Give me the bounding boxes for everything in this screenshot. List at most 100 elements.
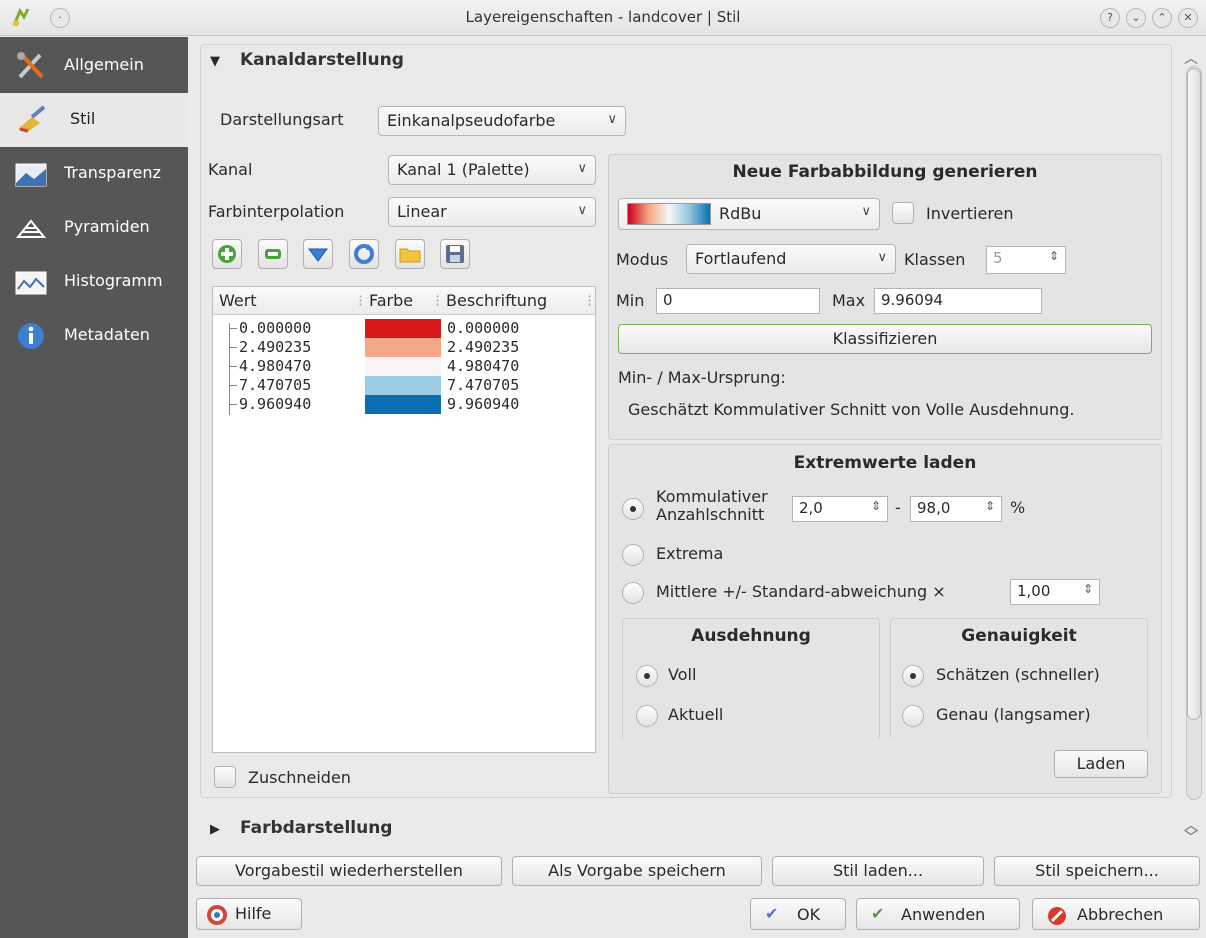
row-color-swatch[interactable] [365, 338, 441, 357]
maximize-button[interactable]: ⌃ [1152, 8, 1172, 28]
collapse-triangle-icon[interactable]: ▼ [210, 54, 220, 69]
table-row[interactable]: 2.490235 2.490235 [213, 338, 595, 357]
row-value[interactable]: 7.470705 [239, 376, 311, 395]
sidebar-item-label: Pyramiden [64, 217, 150, 236]
sidebar-item-histogramm[interactable]: Histogramm [0, 255, 188, 309]
invert-checkbox[interactable] [892, 202, 914, 224]
sidebar-item-stil[interactable]: Stil [0, 93, 188, 147]
color-table[interactable]: Wert ⁝ Farbe ⁝ Beschriftung ⁝ 0.000000 0.… [212, 286, 596, 753]
invert-label: Invertieren [926, 204, 1014, 223]
color-rendering-header[interactable]: Farbdarstellung [240, 818, 392, 838]
clip-checkbox[interactable] [214, 766, 236, 788]
row-value[interactable]: 4.980470 [239, 357, 311, 376]
table-row[interactable]: 4.980470 4.980470 [213, 357, 595, 376]
help-window-button[interactable]: ? [1100, 8, 1120, 28]
column-header-label[interactable]: Beschriftung [446, 291, 547, 310]
sidebar-item-transparenz[interactable]: Transparenz [0, 147, 188, 201]
mode-combo[interactable]: Fortlaufend ∨ [686, 244, 896, 274]
mode-label: Modus [616, 250, 669, 269]
cumulative-low-value: 2,0 [799, 499, 823, 517]
row-label[interactable]: 0.000000 [447, 319, 519, 338]
stddev-radio[interactable] [622, 582, 644, 604]
spin-arrows-icon: ⇕ [1082, 582, 1093, 596]
expand-triangle-icon[interactable]: ▶ [210, 822, 220, 837]
load-style-button[interactable]: Stil laden... [772, 856, 984, 886]
cumulative-cut-radio[interactable] [622, 498, 644, 520]
restore-default-label: Vorgabestil wiederherstellen [235, 861, 463, 880]
spin-arrows-icon: ⇕ [1048, 249, 1059, 263]
min-value: 0 [663, 291, 673, 309]
sidebar-item-metadaten[interactable]: Metadaten [0, 309, 188, 363]
classify-button[interactable]: Klassifizieren [618, 324, 1152, 354]
scroll-up-arrow[interactable]: ︿ [1184, 48, 1198, 68]
sidebar-item-allgemein[interactable]: Allgemein [0, 39, 188, 93]
column-header-color[interactable]: Farbe [369, 291, 413, 310]
ok-button[interactable]: ✔ OK [750, 898, 846, 930]
row-label[interactable]: 2.490235 [447, 338, 519, 357]
band-value: Kanal 1 (Palette) [397, 160, 530, 179]
cancel-button[interactable]: Abbrechen [1032, 898, 1200, 930]
save-colormap-button[interactable] [440, 239, 470, 269]
color-ramp-value: RdBu [719, 204, 762, 223]
range-dash: - [895, 498, 901, 517]
interpolation-combo[interactable]: Linear ∨ [388, 197, 596, 227]
restore-default-style-button[interactable]: Vorgabestil wiederherstellen [196, 856, 502, 886]
render-type-combo[interactable]: Einkanalpseudofarbe ∨ [378, 106, 626, 136]
max-input[interactable]: 9.96094 [874, 288, 1042, 314]
stddev-spinbox[interactable]: 1,00 ⇕ [1010, 579, 1100, 605]
column-header-value[interactable]: Wert [219, 291, 257, 310]
close-button[interactable]: ✕ [1178, 8, 1198, 28]
save-icon [446, 245, 464, 263]
checkmark-icon: ✔ [765, 904, 779, 923]
table-row[interactable]: 9.960940 9.960940 [213, 395, 595, 414]
add-entry-button[interactable] [212, 239, 242, 269]
scrollbar-handle[interactable] [1187, 68, 1201, 720]
pyramid-icon [14, 213, 48, 243]
band-rendering-header[interactable]: Kanaldarstellung [240, 50, 404, 70]
row-color-swatch[interactable] [365, 319, 441, 338]
help-label: Hilfe [235, 904, 272, 923]
classes-spinbox[interactable]: 5 ⇕ [986, 246, 1066, 274]
minimize-button[interactable]: ⌄ [1126, 8, 1146, 28]
sort-entries-button[interactable] [303, 239, 333, 269]
band-label: Kanal [208, 160, 253, 179]
chevron-down-icon: ∨ [577, 161, 587, 176]
save-as-default-button[interactable]: Als Vorgabe speichern [512, 856, 762, 886]
load-colormap-button[interactable] [395, 239, 425, 269]
accuracy-estimate-radio[interactable] [902, 665, 924, 687]
scroll-down-arrow[interactable]: ︿ ﹀ [1184, 819, 1198, 845]
help-button[interactable]: Hilfe [196, 898, 302, 930]
extremes-panel-title: Extremwerte laden [793, 453, 977, 473]
row-color-swatch[interactable] [365, 357, 441, 376]
save-style-button[interactable]: Stil speichern... [994, 856, 1200, 886]
extent-current-radio[interactable] [636, 705, 658, 727]
chevron-down-icon: ∨ [861, 204, 871, 219]
sidebar-item-label: Transparenz [64, 163, 161, 182]
min-input[interactable]: 0 [656, 288, 820, 314]
minmax-origin-label: Min- / Max-Ursprung: [618, 368, 786, 387]
row-label[interactable]: 4.980470 [447, 357, 519, 376]
row-value[interactable]: 9.960940 [239, 395, 311, 414]
row-label[interactable]: 7.470705 [447, 376, 519, 395]
row-value[interactable]: 2.490235 [239, 338, 311, 357]
accuracy-exact-radio[interactable] [902, 705, 924, 727]
plus-icon [218, 245, 236, 263]
spin-arrows-icon: ⇕ [984, 499, 995, 513]
remove-entry-button[interactable] [258, 239, 288, 269]
load-extremes-button[interactable]: Laden [1054, 750, 1148, 778]
row-label[interactable]: 9.960940 [447, 395, 519, 414]
color-ramp-combo[interactable]: RdBu ∨ [618, 198, 880, 230]
extent-full-radio[interactable] [636, 665, 658, 687]
row-color-swatch[interactable] [365, 376, 441, 395]
row-color-swatch[interactable] [365, 395, 441, 414]
table-row[interactable]: 0.000000 0.000000 [213, 319, 595, 338]
cumulative-low-spinbox[interactable]: 2,0 ⇕ [792, 496, 888, 522]
extrema-radio[interactable] [622, 544, 644, 566]
table-row[interactable]: 7.470705 7.470705 [213, 376, 595, 395]
row-value[interactable]: 0.000000 [239, 319, 311, 338]
band-combo[interactable]: Kanal 1 (Palette) ∨ [388, 155, 596, 185]
reload-button[interactable] [349, 239, 379, 269]
apply-button[interactable]: ✔ Anwenden [856, 898, 1020, 930]
sidebar-item-pyramiden[interactable]: Pyramiden [0, 201, 188, 255]
cumulative-high-spinbox[interactable]: 98,0 ⇕ [910, 496, 1002, 522]
